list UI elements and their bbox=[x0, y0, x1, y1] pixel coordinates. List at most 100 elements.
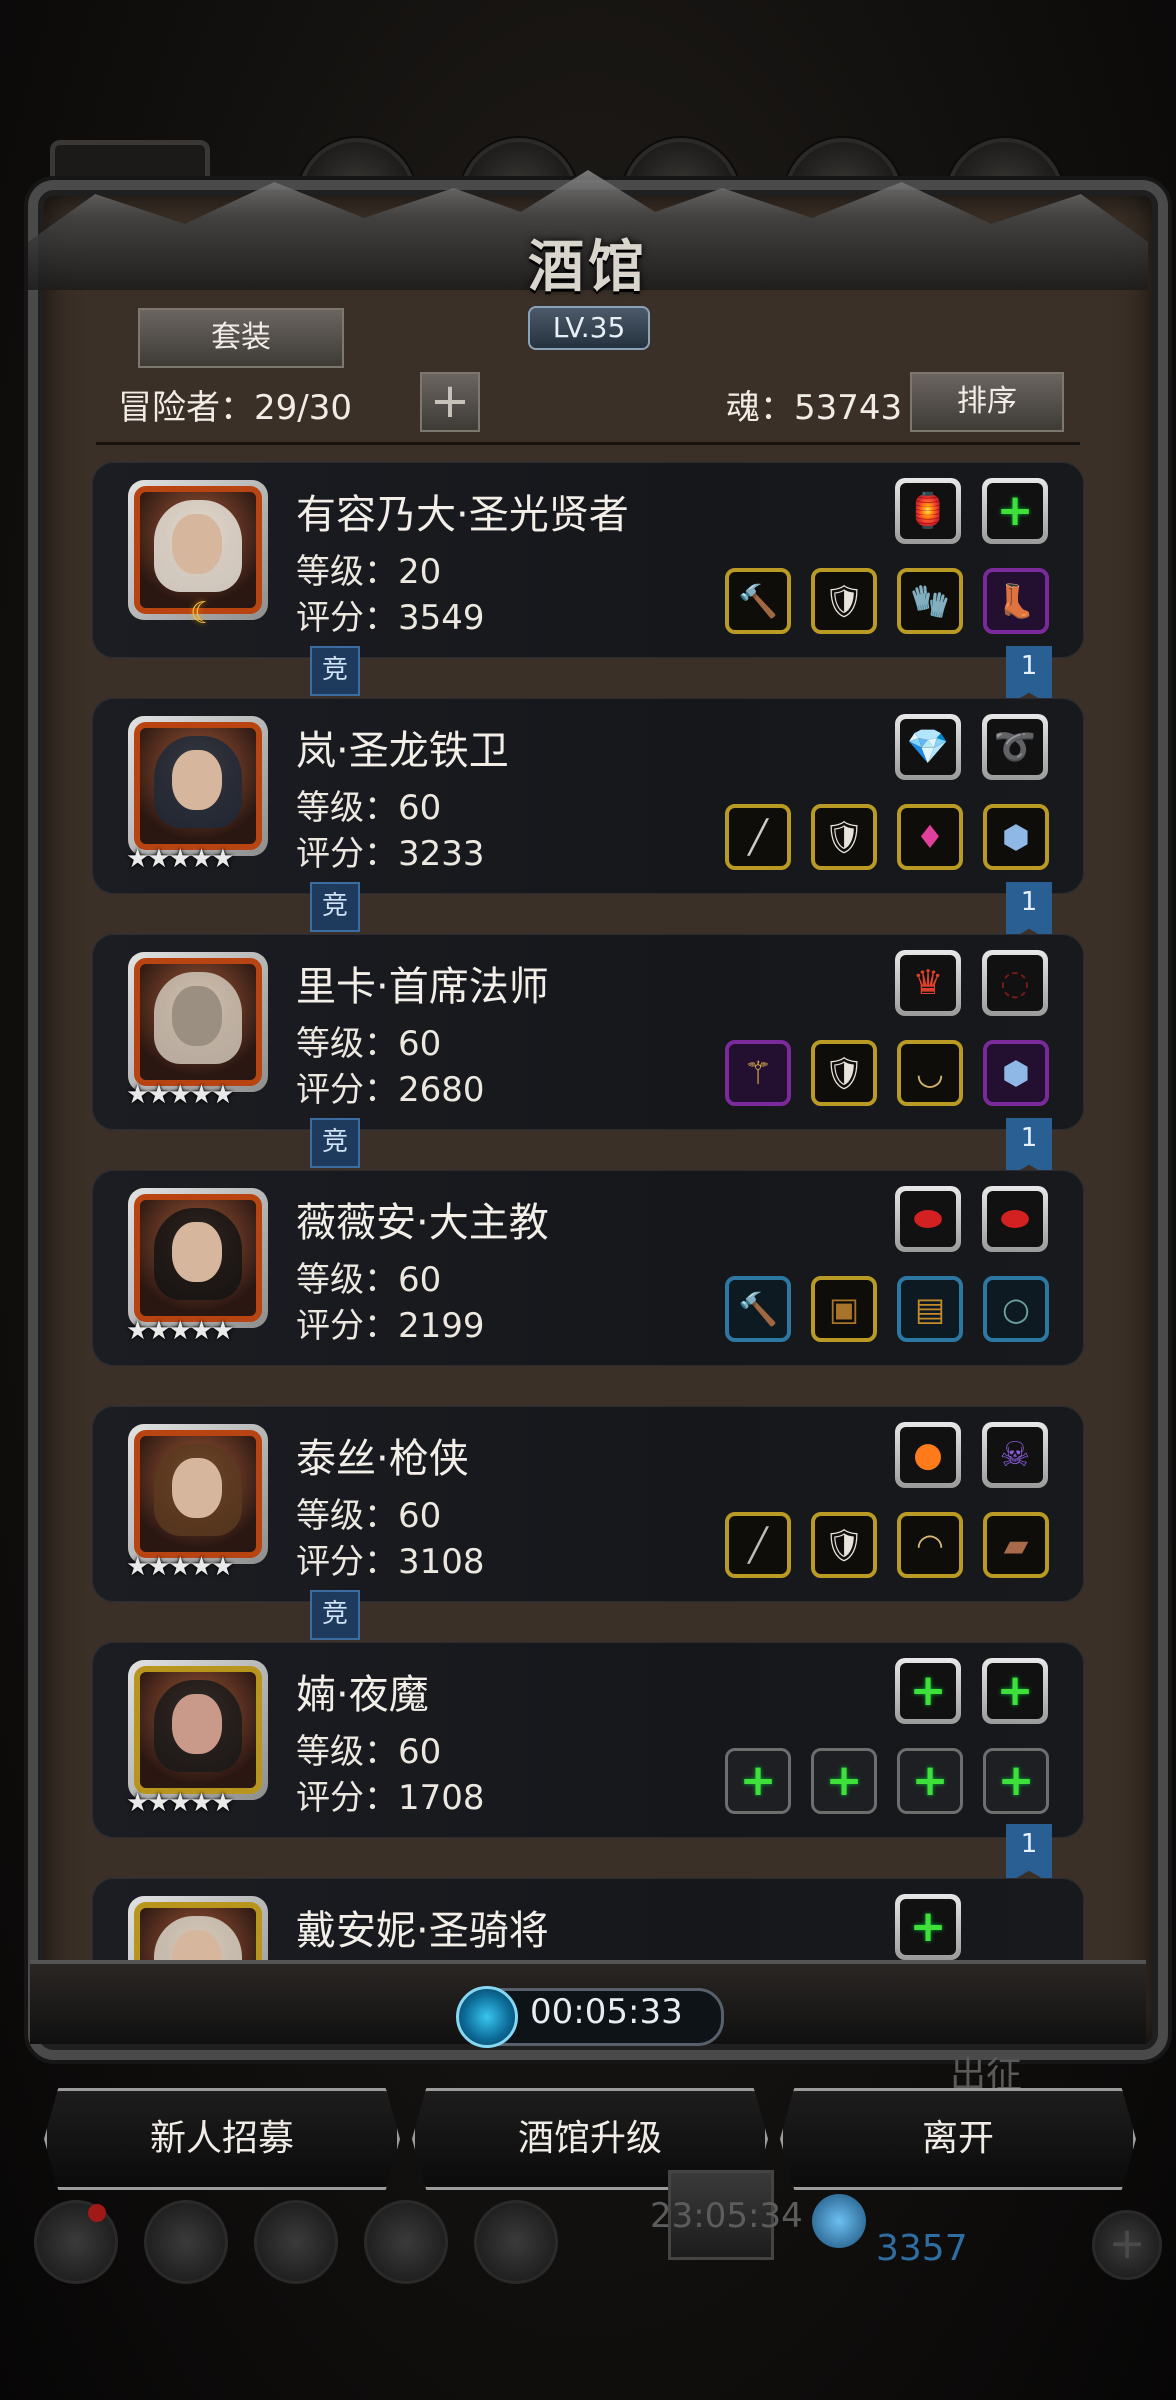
fire-orb-icon[interactable]: ● bbox=[895, 1422, 961, 1488]
rank-flag: 1 bbox=[1006, 1118, 1052, 1178]
adventurer-count: 冒险者：29/30 bbox=[118, 388, 352, 428]
recruit-button[interactable]: 新人招募 bbox=[44, 2088, 400, 2190]
hero-portrait[interactable] bbox=[128, 1660, 268, 1800]
gem-armor-icon[interactable]: ⬢ bbox=[983, 804, 1049, 870]
hero-card[interactable]: ★★★★★ 薇薇安·大主教 等级：60 评分：2199 ⬬ ⬬ 🔨 ▣ ▤ ○ bbox=[92, 1170, 1084, 1366]
clock-text: 23:05:34 bbox=[650, 2196, 803, 2236]
star-rating: ★★★★★ bbox=[126, 1552, 235, 1582]
star-rating: ★★★★★ bbox=[126, 1316, 235, 1346]
gauntlet-icon[interactable]: 🧤 bbox=[897, 568, 963, 634]
gem-currency-icon bbox=[812, 2194, 866, 2248]
star-menu-icon[interactable] bbox=[144, 2200, 228, 2284]
hero-name: 里卡·首席法师 bbox=[296, 964, 549, 1010]
competitive-tag: 竞 bbox=[310, 646, 360, 696]
armor-icon[interactable]: 🛡 bbox=[811, 568, 877, 634]
competitive-tag: 竞 bbox=[310, 882, 360, 932]
red-gem-icon[interactable]: ⬬ bbox=[982, 1186, 1048, 1252]
bullet-icon[interactable]: ▰ bbox=[983, 1512, 1049, 1578]
hero-card[interactable]: ★★★★★ 泰丝·枪侠 等级：60 评分：3108 ● ☠ ╱ 🛡 ◠ ▰ bbox=[92, 1406, 1084, 1602]
hero-portrait[interactable] bbox=[128, 716, 268, 856]
hero-score: 评分：2680 bbox=[296, 1070, 485, 1110]
pendant-icon[interactable]: ♦ bbox=[897, 804, 963, 870]
horn-icon[interactable]: ◠ bbox=[897, 1512, 963, 1578]
gem-count: 3357 bbox=[876, 2228, 968, 2269]
rank-flag: 1 bbox=[1006, 1824, 1052, 1884]
tavern-level-badge: LV.35 bbox=[528, 306, 650, 350]
hero-score: 评分：3233 bbox=[296, 834, 485, 874]
hero-portrait[interactable] bbox=[128, 1424, 268, 1564]
hero-list[interactable]: ☾ 有容乃大·圣光贤者 等级：20 评分：3549 🏮 + 🔨 🛡 🧤 👢 竞 … bbox=[92, 456, 1084, 1966]
chest-armor-icon[interactable]: ▤ bbox=[897, 1276, 963, 1342]
hero-card[interactable]: ★★★★★ 婻·夜魔 等级：60 评分：1708 + + + + + + bbox=[92, 1642, 1084, 1838]
hero-level: 等级：20 bbox=[296, 552, 442, 592]
add-equipment-slot[interactable]: + bbox=[895, 1894, 961, 1960]
armor-icon[interactable]: 🛡 bbox=[811, 1512, 877, 1578]
page-title: 酒馆 bbox=[528, 234, 648, 300]
competitive-tag: 竞 bbox=[310, 1118, 360, 1168]
add-weapon-slot[interactable]: + bbox=[725, 1748, 791, 1814]
hero-name: 戴安妮·圣骑将 bbox=[296, 1908, 549, 1954]
hero-portrait[interactable] bbox=[128, 1896, 268, 1966]
mail-icon[interactable] bbox=[364, 2200, 448, 2284]
hero-level: 等级：60 bbox=[296, 1496, 442, 1536]
star-rating: ★★★★★ bbox=[126, 1080, 235, 1110]
hero-name: 有容乃大·圣光贤者 bbox=[296, 492, 629, 538]
hero-card[interactable]: ★★★★★ 岚·圣龙铁卫 等级：60 评分：3233 💎 ➰ ╱ 🛡 ♦ ⬢ bbox=[92, 698, 1084, 894]
spear-icon[interactable]: ╱ bbox=[725, 804, 791, 870]
hero-name: 岚·圣龙铁卫 bbox=[296, 728, 509, 774]
mace-icon[interactable]: 🔨 bbox=[725, 1276, 791, 1342]
demon-mask-icon[interactable]: ☠ bbox=[982, 1422, 1048, 1488]
add-accessory-slot[interactable]: + bbox=[897, 1748, 963, 1814]
stopwatch-icon bbox=[456, 1986, 518, 2048]
red-gem-icon[interactable]: ⬬ bbox=[895, 1186, 961, 1252]
add-armor-slot[interactable]: + bbox=[811, 1748, 877, 1814]
armor-icon[interactable]: 🛡 bbox=[811, 804, 877, 870]
hero-score: 评分：3108 bbox=[296, 1542, 485, 1582]
hero-card[interactable]: ☾ 有容乃大·圣光贤者 等级：20 评分：3549 🏮 + 🔨 🛡 🧤 👢 bbox=[92, 462, 1084, 658]
header-divider bbox=[96, 442, 1080, 445]
rifle-icon[interactable]: ╱ bbox=[725, 1512, 791, 1578]
leave-button[interactable]: 离开 bbox=[780, 2088, 1136, 2190]
hero-name: 婻·夜魔 bbox=[296, 1672, 429, 1718]
leather-armor-icon[interactable]: ▣ bbox=[811, 1276, 877, 1342]
set-button[interactable]: 套装 bbox=[138, 308, 344, 368]
necklace-icon[interactable]: ➰ bbox=[982, 714, 1048, 780]
bead-necklace-icon[interactable]: ◌ bbox=[982, 950, 1048, 1016]
add-currency-button[interactable]: + bbox=[1092, 2210, 1162, 2280]
gem-armor-icon[interactable]: ⬢ bbox=[983, 1040, 1049, 1106]
hero-level: 等级：60 bbox=[296, 1260, 442, 1300]
add-equipment-slot[interactable]: + bbox=[982, 1658, 1048, 1724]
soul-counter: 魂：53743 bbox=[726, 388, 903, 428]
crown-icon[interactable]: ♛ bbox=[895, 950, 961, 1016]
add-equipment-slot[interactable]: + bbox=[982, 478, 1048, 544]
hero-level: 等级：60 bbox=[296, 1732, 442, 1772]
rank-flag: 1 bbox=[1006, 646, 1052, 706]
add-adventurer-slot-button[interactable]: + bbox=[420, 372, 480, 432]
timer-text: 00:05:33 bbox=[530, 1992, 683, 2032]
add-gem-slot[interactable]: + bbox=[983, 1748, 1049, 1814]
hero-card[interactable]: 戴安妮·圣骑将 + bbox=[92, 1878, 1084, 1966]
notification-dot bbox=[88, 2204, 106, 2222]
boots-icon[interactable]: 👢 bbox=[983, 568, 1049, 634]
armor-icon[interactable]: 🛡 bbox=[811, 1040, 877, 1106]
hero-card[interactable]: ★★★★★ 里卡·首席法师 等级：60 评分：2680 ♛ ◌ ⚚ 🛡 ◡ ⬢ bbox=[92, 934, 1084, 1130]
hero-score: 评分：3549 bbox=[296, 598, 485, 638]
hero-level: 等级：60 bbox=[296, 1024, 442, 1064]
crystal-icon[interactable]: 💎 bbox=[895, 714, 961, 780]
hero-portrait[interactable] bbox=[128, 952, 268, 1092]
hero-score: 评分：1708 bbox=[296, 1778, 485, 1818]
hero-portrait[interactable] bbox=[128, 1188, 268, 1328]
hero-score: 评分：2199 bbox=[296, 1306, 485, 1346]
chain-necklace-icon[interactable]: ◡ bbox=[897, 1040, 963, 1106]
sort-button[interactable]: 排序 bbox=[910, 372, 1064, 432]
add-equipment-slot[interactable]: + bbox=[895, 1658, 961, 1724]
guild-icon[interactable] bbox=[254, 2200, 338, 2284]
rank-flag: 1 bbox=[1006, 882, 1052, 942]
ring-icon[interactable]: ○ bbox=[983, 1276, 1049, 1342]
lantern-icon[interactable]: 🏮 bbox=[895, 478, 961, 544]
map-icon[interactable] bbox=[474, 2200, 558, 2284]
hammer-icon[interactable]: 🔨 bbox=[725, 568, 791, 634]
hero-name: 薇薇安·大主教 bbox=[296, 1200, 549, 1246]
moon-icon: ☾ bbox=[190, 596, 217, 631]
staff-icon[interactable]: ⚚ bbox=[725, 1040, 791, 1106]
